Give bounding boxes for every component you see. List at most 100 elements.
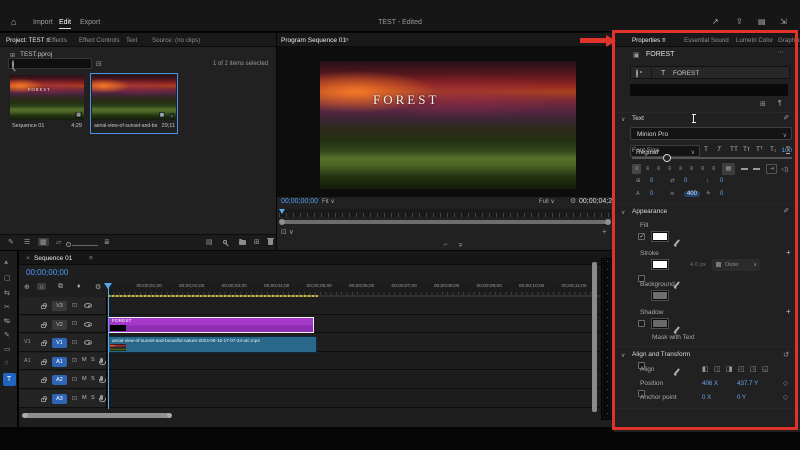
track-target-a3[interactable]: A3: [52, 394, 67, 404]
align-object-button-1[interactable]: ◫: [714, 365, 721, 373]
track-target-v1[interactable]: V1: [52, 338, 67, 348]
program-frame[interactable]: FOREST: [320, 61, 576, 189]
solo-button[interactable]: S: [91, 376, 95, 382]
project-tab-project-test[interactable]: Project: TEST ≡: [6, 37, 50, 44]
program-time-ruler[interactable]: [279, 209, 611, 217]
source-patch-v1[interactable]: V1: [24, 339, 31, 345]
decrease-indent-button[interactable]: [741, 168, 748, 170]
voiceover-mic-icon[interactable]: [100, 358, 103, 363]
layer-name[interactable]: FOREST: [673, 70, 699, 77]
track-output-eye-icon[interactable]: [84, 322, 92, 327]
auto-leading-field[interactable]: 400: [684, 191, 700, 197]
align-object-button-5[interactable]: ◱: [762, 365, 769, 373]
all-caps-button[interactable]: TT: [730, 146, 738, 153]
layer-list-empty-area[interactable]: [630, 84, 788, 96]
new-layer-icon[interactable]: ⊞: [760, 100, 766, 108]
zoom-slider-handle[interactable]: [66, 242, 71, 247]
snap-icon[interactable]: ∩: [37, 283, 46, 290]
workspaces-icon[interactable]: ▤: [758, 17, 766, 26]
text-align-button-3[interactable]: ≡: [665, 164, 674, 174]
font-size-slider-handle[interactable]: [663, 154, 671, 162]
align-object-button-0[interactable]: ◧: [702, 365, 709, 373]
position-x-value[interactable]: 406 X: [702, 380, 718, 387]
track-lock-icon[interactable]: [41, 361, 46, 365]
audio-meters[interactable]: [601, 258, 612, 420]
source-patch-a1[interactable]: A1: [24, 358, 31, 364]
playback-resolution-dropdown[interactable]: Full ∨: [539, 198, 555, 205]
item-name[interactable]: aerial-view-of-sunset-and-be...: [94, 123, 158, 129]
program-display-settings[interactable]: ⊡ ∨: [281, 228, 294, 236]
panel-menu-icon[interactable]: ≡: [89, 255, 93, 262]
scrollbar-right-handle[interactable]: [167, 413, 173, 419]
track-target-a1[interactable]: A1: [52, 357, 67, 367]
safe-margins-icon[interactable]: ⌐: [444, 242, 448, 248]
button-editor-icon[interactable]: +: [602, 227, 607, 236]
mute-button[interactable]: M: [82, 357, 87, 363]
layer-row[interactable]: T FOREST: [630, 66, 790, 79]
track-lock-icon[interactable]: [41, 398, 46, 402]
program-tab-label[interactable]: Program Sequence 01: [281, 37, 346, 44]
project-item-clip[interactable]: ▦ ♪ aerial-view-of-sunset-and-be... 29;1…: [90, 73, 178, 134]
zoom-level-dropdown[interactable]: Fit ∨: [322, 198, 335, 205]
sequence-tab-label[interactable]: Sequence 01: [34, 255, 72, 262]
space-after-field[interactable]: 0: [720, 191, 723, 197]
sync-lock-icon[interactable]: ⊡: [72, 320, 77, 327]
small-caps-button[interactable]: Tт: [743, 146, 750, 153]
stroke-width-value[interactable]: 4.0: [690, 262, 698, 268]
baseline-shift-field[interactable]: 0: [650, 191, 653, 197]
background-checkbox[interactable]: [638, 320, 645, 327]
sync-lock-icon[interactable]: ⊡: [72, 302, 77, 309]
reset-icon[interactable]: ↺: [783, 350, 789, 359]
text-align-button-5[interactable]: ≡: [687, 164, 696, 174]
shadow-color-swatch[interactable]: [652, 319, 668, 328]
nest-icon[interactable]: ⊕: [24, 283, 30, 291]
track-lane-v3[interactable]: [106, 297, 600, 315]
increase-indent-button[interactable]: [753, 168, 760, 170]
track-target-v3[interactable]: V3: [52, 301, 67, 311]
zoom-slider-track[interactable]: [72, 245, 98, 246]
proxy-toggle-icon[interactable]: ∓: [458, 242, 463, 249]
text-align-button-2[interactable]: ≡: [654, 164, 663, 174]
project-tab-text[interactable]: Text: [126, 37, 137, 44]
timeline-h-scrollbar[interactable]: [24, 413, 170, 418]
properties-tab-properties[interactable]: Properties ≡: [632, 37, 666, 44]
writable-pencil-icon[interactable]: ✎: [8, 238, 14, 246]
solo-button[interactable]: S: [91, 357, 95, 363]
collapse-align-transform-icon[interactable]: ∨: [621, 352, 625, 359]
sync-lock-icon[interactable]: ⊡: [72, 376, 77, 383]
anchor-y-value[interactable]: 0 Y: [737, 394, 746, 401]
appearance-section-title[interactable]: Appearance: [632, 208, 667, 215]
font-size-slider-track[interactable]: [632, 157, 792, 159]
voiceover-mic-icon[interactable]: [100, 395, 103, 400]
add-stroke-button[interactable]: +: [786, 248, 791, 257]
layer-visibility-eye-icon[interactable]: [636, 69, 638, 78]
align-object-button-4[interactable]: ◳: [750, 365, 757, 373]
playhead-line[interactable]: [108, 283, 109, 409]
more-options-icon[interactable]: ···: [777, 49, 784, 56]
mute-button[interactable]: M: [82, 376, 87, 382]
hand-tool[interactable]: ☝: [4, 359, 8, 367]
paragraph-style-button[interactable]: ▤: [722, 163, 735, 175]
rectangle-tool[interactable]: ▭: [4, 345, 11, 353]
stroke-color-swatch[interactable]: [652, 260, 668, 269]
faux-italic-button[interactable]: T: [717, 146, 721, 153]
track-lane-a1[interactable]: [106, 353, 600, 371]
filter-icon[interactable]: ⊟: [96, 60, 102, 68]
home-icon[interactable]: ⌂: [11, 17, 16, 27]
track-lock-icon[interactable]: [41, 342, 46, 346]
quick-export-icon[interactable]: ↗: [712, 17, 719, 26]
mute-button[interactable]: M: [82, 395, 87, 401]
ripple-edit-tool[interactable]: ⇆: [4, 289, 10, 297]
selection-tool[interactable]: ➤: [3, 260, 10, 265]
align-transform-title[interactable]: Align and Transform: [632, 351, 690, 358]
superscript-button[interactable]: Tᵀ: [756, 146, 763, 153]
track-lane-a2[interactable]: [106, 371, 600, 389]
text-align-button-7[interactable]: ≡: [709, 164, 718, 174]
collapse-appearance-icon[interactable]: ∨: [621, 209, 625, 216]
timeline-v-scrollbar[interactable]: [592, 262, 597, 412]
scrollbar-left-handle[interactable]: [22, 413, 28, 419]
close-sequence-icon[interactable]: ×: [26, 255, 30, 262]
track-lock-icon[interactable]: [41, 379, 46, 383]
subscript-button[interactable]: T₁: [770, 146, 776, 153]
text-style-icon[interactable]: ¶: [778, 100, 782, 107]
